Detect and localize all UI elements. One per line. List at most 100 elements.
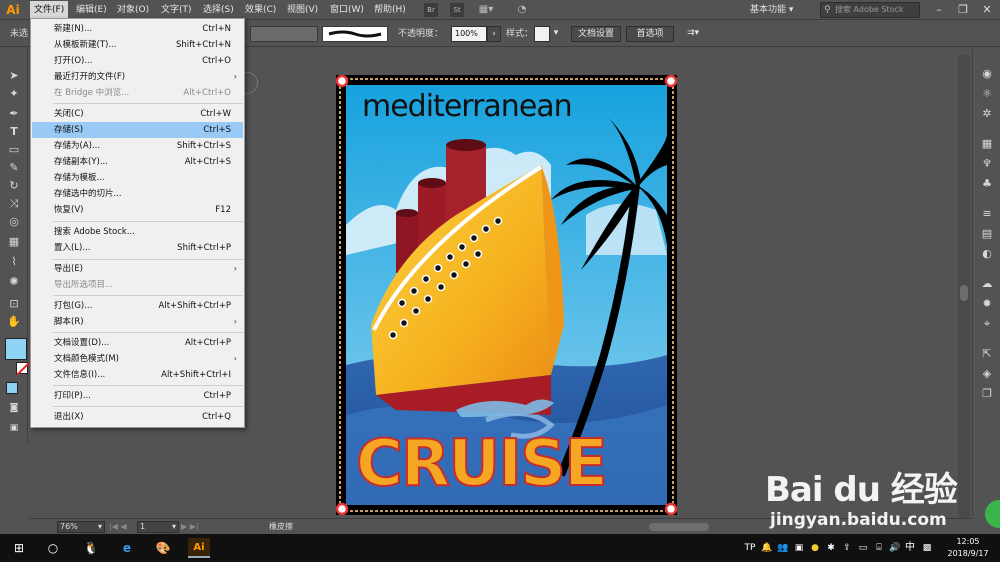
- menu-item-exit[interactable]: 退出(X) Ctrl+Q: [32, 409, 243, 425]
- menu-item-document-setup[interactable]: 文档设置(D)... Alt+Ctrl+P: [32, 335, 243, 351]
- qq-icon[interactable]: 🐧: [80, 538, 102, 558]
- artboard[interactable]: mediterranean CRUISE: [335, 74, 678, 516]
- color-panel-icon[interactable]: ◉: [979, 66, 995, 82]
- style-chevron-down-icon[interactable]: ▾: [550, 26, 562, 42]
- menu-item-place[interactable]: 置入(L)... Shift+Ctrl+P: [32, 240, 243, 256]
- cortana-search-icon[interactable]: ○: [42, 538, 64, 558]
- minimize-icon[interactable]: –: [928, 1, 950, 19]
- stock-icon[interactable]: St: [450, 3, 464, 17]
- bridge-icon[interactable]: Br: [424, 3, 438, 17]
- cc-libraries-icon[interactable]: ☁: [979, 276, 995, 292]
- gpu-performance-icon[interactable]: ◔: [512, 3, 532, 17]
- menu-select[interactable]: 选择(S): [199, 1, 238, 19]
- menu-item-save-as[interactable]: 存储为(A)... Shift+Ctrl+S: [32, 138, 243, 154]
- menu-item-open[interactable]: 打开(O)... Ctrl+O: [32, 53, 243, 69]
- tray-security-icon[interactable]: ●: [808, 538, 822, 558]
- zoom-field[interactable]: 76% ▾: [57, 521, 105, 533]
- preferences-button[interactable]: 首选项: [626, 26, 674, 42]
- symbols-icon[interactable]: ♣: [979, 176, 995, 192]
- tray-bell-icon[interactable]: 🔔: [760, 538, 774, 558]
- asset-export-icon[interactable]: ✹: [979, 296, 995, 312]
- artboard-tool-icon[interactable]: ⊡: [6, 296, 22, 312]
- menu-item-search-adobe-stock[interactable]: 搜索 Adobe Stock...: [32, 224, 243, 240]
- menu-item-print[interactable]: 打印(P)... Ctrl+P: [32, 388, 243, 404]
- selection-tool-icon[interactable]: ➤: [6, 68, 22, 84]
- gradient-panel-icon[interactable]: ▤: [979, 226, 995, 242]
- menu-view[interactable]: 视图(V): [283, 1, 322, 19]
- rotate-tool-icon[interactable]: ↻: [6, 178, 22, 194]
- restore-icon[interactable]: ❐: [952, 1, 974, 19]
- tray-tp-icon[interactable]: TP: [742, 538, 758, 558]
- tray-app-icon[interactable]: ▩: [920, 538, 934, 558]
- transparency-icon[interactable]: ◐: [979, 246, 995, 262]
- hand-tool-icon[interactable]: ✋: [6, 314, 22, 330]
- paint-app-icon[interactable]: 🎨: [152, 538, 174, 558]
- color-mode-icon[interactable]: [6, 382, 18, 394]
- align-options-icon[interactable]: ⇉▾: [680, 26, 706, 42]
- menu-object[interactable]: 对象(O): [113, 1, 153, 19]
- brush-definition-dropdown[interactable]: [322, 26, 388, 42]
- draw-mode-icon[interactable]: ◙: [6, 400, 22, 416]
- close-icon[interactable]: ✕: [976, 1, 998, 19]
- fill-color-swatch[interactable]: [5, 338, 27, 360]
- vertical-scroll-thumb[interactable]: [960, 285, 968, 301]
- brushes-icon[interactable]: ♆: [979, 156, 995, 172]
- edge-browser-icon[interactable]: e: [116, 538, 138, 558]
- taskbar-clock[interactable]: 12:05 2018/9/17: [940, 536, 996, 560]
- graphic-style-swatch[interactable]: [534, 26, 550, 42]
- menu-window[interactable]: 窗口(W): [326, 1, 368, 19]
- menu-item-open-recent[interactable]: 最近打开的文件(F) ›: [32, 69, 243, 85]
- menu-item-package[interactable]: 打包(G)... Alt+Shift+Ctrl+P: [32, 298, 243, 314]
- menu-type[interactable]: 文字(T): [157, 1, 196, 19]
- menu-file[interactable]: 文件(F): [30, 1, 69, 19]
- mesh-tool-icon[interactable]: ▦: [6, 234, 22, 250]
- menu-item-new[interactable]: 新建(N)... Ctrl+N: [32, 21, 243, 37]
- artboard-number-field[interactable]: 1 ▾: [137, 521, 179, 533]
- stroke-none-swatch[interactable]: [16, 362, 30, 376]
- side-float-badge[interactable]: [985, 500, 1000, 528]
- screen-mode-icon[interactable]: ▣: [6, 420, 22, 436]
- artboards-icon[interactable]: ❐: [979, 386, 995, 402]
- stroke-panel-icon[interactable]: ≡: [979, 206, 995, 222]
- magic-wand-tool-icon[interactable]: ✦: [6, 86, 22, 102]
- tray-upload-icon[interactable]: ⇪: [840, 538, 854, 558]
- menu-item-new-from-template[interactable]: 从模板新建(T)... Shift+Ctrl+N: [32, 37, 243, 53]
- color-guide-icon[interactable]: ⚛: [979, 86, 995, 102]
- menu-item-export[interactable]: 导出(E) ›: [32, 261, 243, 277]
- menu-item-file-info[interactable]: 文件信息(I)... Alt+Shift+Ctrl+I: [32, 367, 243, 383]
- windows-start-icon[interactable]: ⊞: [8, 538, 30, 558]
- tray-ime[interactable]: 中: [903, 538, 917, 558]
- menu-item-save-copy[interactable]: 存储副本(Y)... Alt+Ctrl+S: [32, 154, 243, 170]
- menu-item-save[interactable]: 存储(S) Ctrl+S: [32, 122, 243, 138]
- first-artboard-icon[interactable]: |◀ ◀: [109, 520, 137, 534]
- type-tool-icon[interactable]: T: [6, 124, 22, 140]
- swatches-icon[interactable]: ▦: [979, 136, 995, 152]
- vertical-scrollbar[interactable]: [958, 55, 970, 520]
- paintbrush-tool-icon[interactable]: ✎: [6, 160, 22, 176]
- illustrator-taskbar-icon[interactable]: Ai: [188, 538, 210, 558]
- width-tool-icon[interactable]: ⤨: [6, 196, 22, 212]
- tray-display-icon[interactable]: ▭: [856, 538, 870, 558]
- layers-icon[interactable]: ◈: [979, 366, 995, 382]
- menu-edit[interactable]: 编辑(E): [72, 1, 111, 19]
- symbol-sprayer-tool-icon[interactable]: ✺: [6, 274, 22, 290]
- stroke-weight-field[interactable]: [250, 26, 318, 42]
- opacity-input[interactable]: 100%: [451, 26, 487, 42]
- rectangle-tool-icon[interactable]: ▭: [6, 142, 22, 158]
- menu-help[interactable]: 帮助(H): [370, 1, 410, 19]
- tray-folder-icon[interactable]: ▣: [792, 538, 806, 558]
- document-setup-button[interactable]: 文档设置: [571, 26, 621, 42]
- menu-item-scripts[interactable]: 脚本(R) ›: [32, 314, 243, 330]
- menu-item-document-color-mode[interactable]: 文档颜色模式(M) ›: [32, 351, 243, 367]
- export-icon[interactable]: ⇱: [979, 346, 995, 362]
- next-artboard-icon[interactable]: ▶ ▶|: [181, 520, 211, 534]
- tray-volume-icon[interactable]: 🔊: [888, 538, 902, 558]
- menu-item-save-as-template[interactable]: 存储为模板...: [32, 170, 243, 186]
- menu-item-close[interactable]: 关闭(C) Ctrl+W: [32, 106, 243, 122]
- horizontal-scroll-thumb[interactable]: [649, 523, 709, 531]
- menu-item-revert[interactable]: 恢复(V) F12: [32, 202, 243, 218]
- eyedropper-tool-icon[interactable]: ⌇: [6, 254, 22, 270]
- shape-builder-tool-icon[interactable]: ◎: [6, 214, 22, 230]
- appearance-icon[interactable]: ✲: [979, 106, 995, 122]
- tray-bluetooth-icon[interactable]: ✱: [824, 538, 838, 558]
